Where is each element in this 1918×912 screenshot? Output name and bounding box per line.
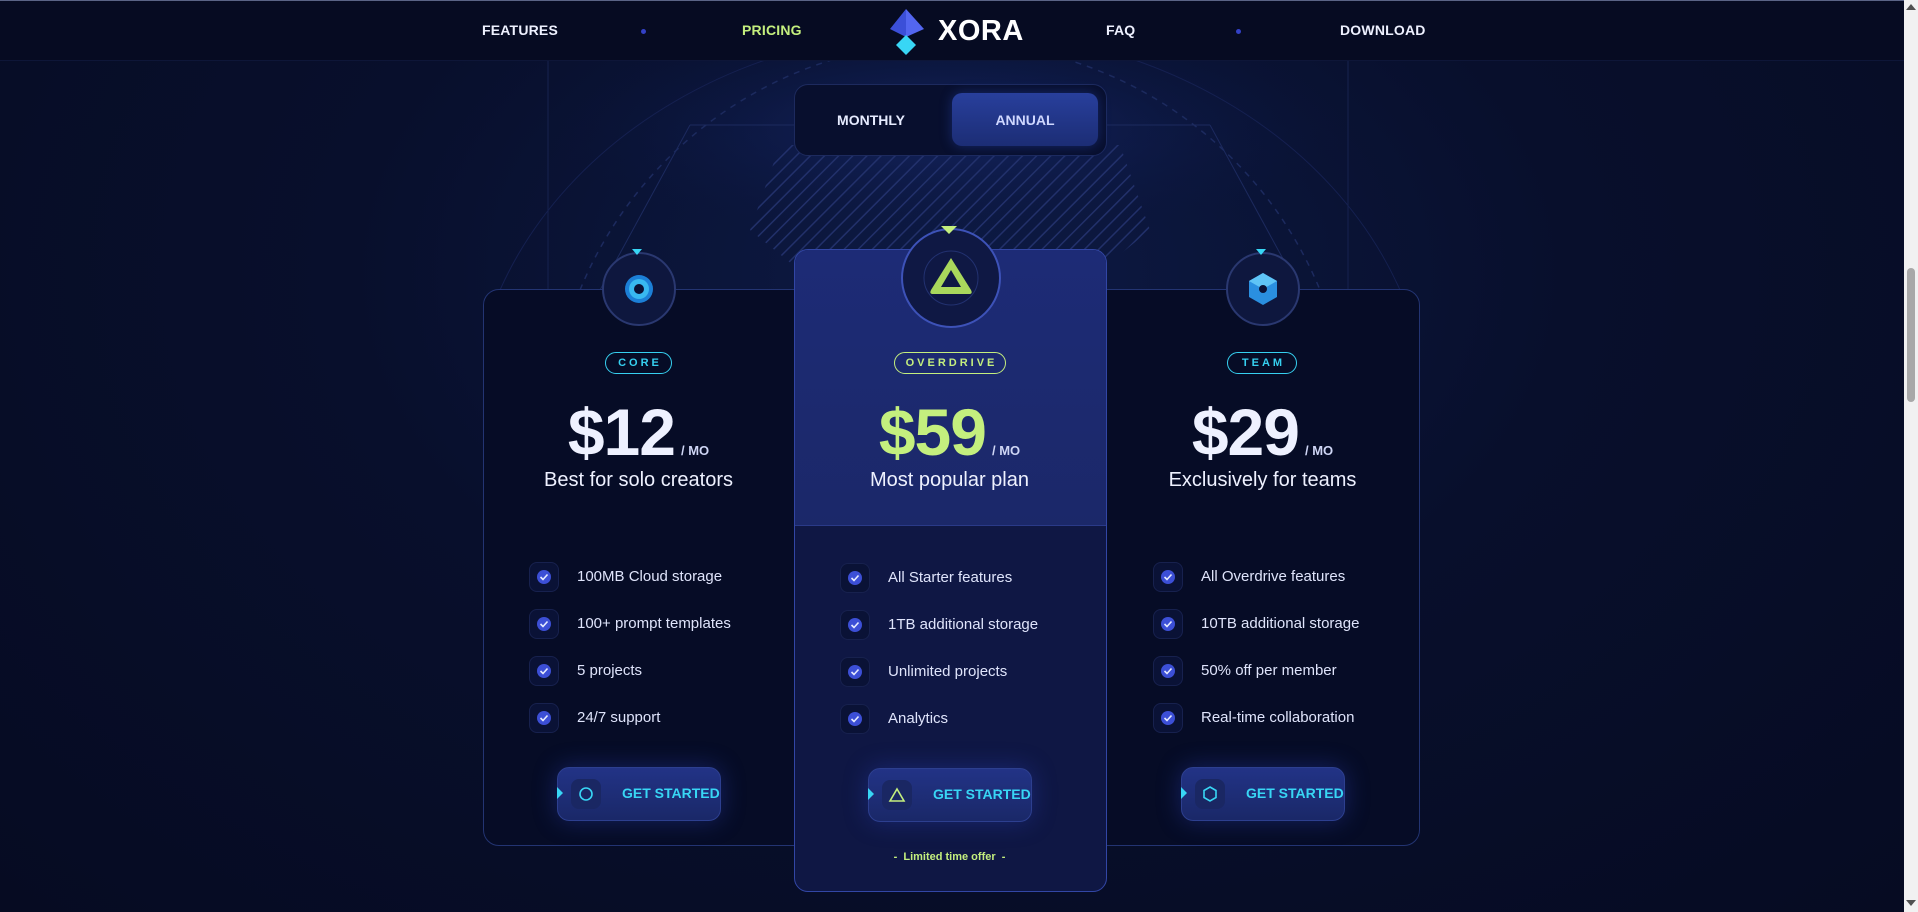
check-icon <box>840 703 870 734</box>
hexagon-outline-icon <box>1195 779 1225 809</box>
feature-label: 50% off per member <box>1201 662 1337 679</box>
check-icon <box>529 655 559 686</box>
feature-item: 10TB additional storage <box>1153 600 1359 647</box>
feature-list-team: All Overdrive features 10TB additional s… <box>1153 553 1359 741</box>
top-navbar: FEATURES PRICING XORA FAQ DOWNLOAD <box>0 1 1904 61</box>
scrollbar-thumb[interactable] <box>1907 268 1915 402</box>
feature-label: Unlimited projects <box>888 663 1008 680</box>
plan-card-overdrive: OVERDRIVE $59 / MO Most popular plan All… <box>794 226 1105 866</box>
plan-card-team: TEAM $29 / MO Exclusively for teams All … <box>1107 249 1418 844</box>
nav-faq[interactable]: FAQ <box>1106 22 1135 38</box>
check-icon <box>529 561 559 592</box>
get-started-button-overdrive[interactable]: GET STARTED <box>868 768 1032 822</box>
cta-notch <box>868 788 874 800</box>
page-scrollbar[interactable] <box>1904 0 1918 912</box>
plan-badge-team: TEAM <box>1227 352 1297 374</box>
feature-label: Real-time collaboration <box>1201 709 1355 726</box>
overdrive-icon-marker <box>941 226 957 234</box>
plan-price-core: $12 <box>567 395 676 469</box>
feature-item: 100MB Cloud storage <box>529 553 731 600</box>
xora-logo-icon <box>890 9 924 55</box>
brand-logo[interactable]: XORA <box>882 7 1024 55</box>
cta-notch <box>1181 787 1187 799</box>
nav-pricing[interactable]: PRICING <box>742 22 802 38</box>
brand-name: XORA <box>938 15 1024 47</box>
nav-separator-dot <box>641 29 646 34</box>
billing-monthly-button[interactable]: MONTHLY <box>801 93 941 146</box>
check-icon <box>1153 608 1183 639</box>
overdrive-triangle-icon <box>923 250 979 306</box>
cta-notch <box>557 787 563 799</box>
check-icon <box>529 702 559 733</box>
feature-item: 1TB additional storage <box>840 601 1038 648</box>
cta-label: GET STARTED <box>622 785 720 801</box>
feature-item: 24/7 support <box>529 694 731 741</box>
check-icon <box>1153 702 1183 733</box>
plan-card-core: CORE $12 / MO Best for solo creators 100… <box>483 249 794 844</box>
feature-item: All Overdrive features <box>1153 553 1359 600</box>
limited-offer-text: Limited time offer <box>903 851 996 863</box>
feature-label: 100+ prompt templates <box>577 615 731 632</box>
check-icon <box>840 656 870 687</box>
check-icon <box>840 562 870 593</box>
feature-list-core: 100MB Cloud storage 100+ prompt template… <box>529 553 731 741</box>
limited-offer-note: - Limited time offer - <box>794 851 1105 863</box>
nav-features[interactable]: FEATURES <box>482 22 558 38</box>
feature-label: All Starter features <box>888 569 1013 586</box>
price-period-team: / MO <box>1304 443 1334 458</box>
feature-label: 1TB additional storage <box>888 616 1039 633</box>
feature-item: 5 projects <box>529 647 731 694</box>
cta-label: GET STARTED <box>1246 785 1344 801</box>
cta-label: GET STARTED <box>933 786 1031 802</box>
plan-tagline-overdrive: Most popular plan <box>870 469 1029 491</box>
get-started-button-team[interactable]: GET STARTED <box>1181 767 1345 821</box>
triangle-outline-icon <box>882 780 912 810</box>
hexagon-icon <box>1226 252 1300 326</box>
feature-list-overdrive: All Starter features 1TB additional stor… <box>840 554 1038 742</box>
feature-item: 100+ prompt templates <box>529 600 731 647</box>
nav-download[interactable]: DOWNLOAD <box>1340 22 1426 38</box>
feature-label: 5 projects <box>577 662 643 679</box>
feature-item: Real-time collaboration <box>1153 694 1359 741</box>
plan-badge-overdrive: OVERDRIVE <box>894 352 1006 374</box>
feature-label: 24/7 support <box>577 709 661 726</box>
nav-separator-dot <box>1236 29 1241 34</box>
feature-item: All Starter features <box>840 554 1038 601</box>
feature-label: 100MB Cloud storage <box>577 568 723 585</box>
ring-icon <box>602 252 676 326</box>
team-icon-marker <box>1256 249 1266 255</box>
price-period-core: / MO <box>680 443 710 458</box>
feature-item: Analytics <box>840 695 1038 742</box>
billing-annual-button[interactable]: ANNUAL <box>952 93 1098 146</box>
triangle-icon <box>901 228 1001 328</box>
check-icon <box>1153 561 1183 592</box>
price-row-overdrive: $59 / MO <box>794 394 1105 470</box>
scroll-down-arrow-icon[interactable] <box>1906 900 1916 906</box>
get-started-button-core[interactable]: GET STARTED <box>557 767 721 821</box>
plan-tagline-team: Exclusively for teams <box>1168 469 1357 491</box>
feature-label: All Overdrive features <box>1201 568 1346 585</box>
billing-toggle: MONTHLY ANNUAL <box>794 84 1107 156</box>
note-dash: - <box>893 851 904 863</box>
plan-price-overdrive: $59 <box>878 395 987 469</box>
check-icon <box>529 608 559 639</box>
feature-item: 50% off per member <box>1153 647 1359 694</box>
note-dash: - <box>995 851 1006 863</box>
scroll-up-arrow-icon[interactable] <box>1906 4 1916 10</box>
team-hexagon-icon <box>1249 273 1277 305</box>
plan-badge-core: CORE <box>605 352 672 374</box>
check-icon <box>1153 655 1183 686</box>
plan-tagline-core: Best for solo creators <box>544 469 733 491</box>
price-row-team: $29 / MO <box>1107 394 1418 470</box>
core-icon-marker <box>632 249 642 255</box>
check-icon <box>840 609 870 640</box>
price-row-core: $12 / MO <box>483 394 794 470</box>
feature-item: Unlimited projects <box>840 648 1038 695</box>
feature-label: Analytics <box>888 710 949 727</box>
core-ring-icon <box>625 275 653 303</box>
feature-label: 10TB additional storage <box>1201 615 1360 632</box>
price-period-overdrive: / MO <box>991 443 1021 458</box>
circle-icon <box>571 779 601 809</box>
plan-price-team: $29 <box>1191 395 1300 469</box>
